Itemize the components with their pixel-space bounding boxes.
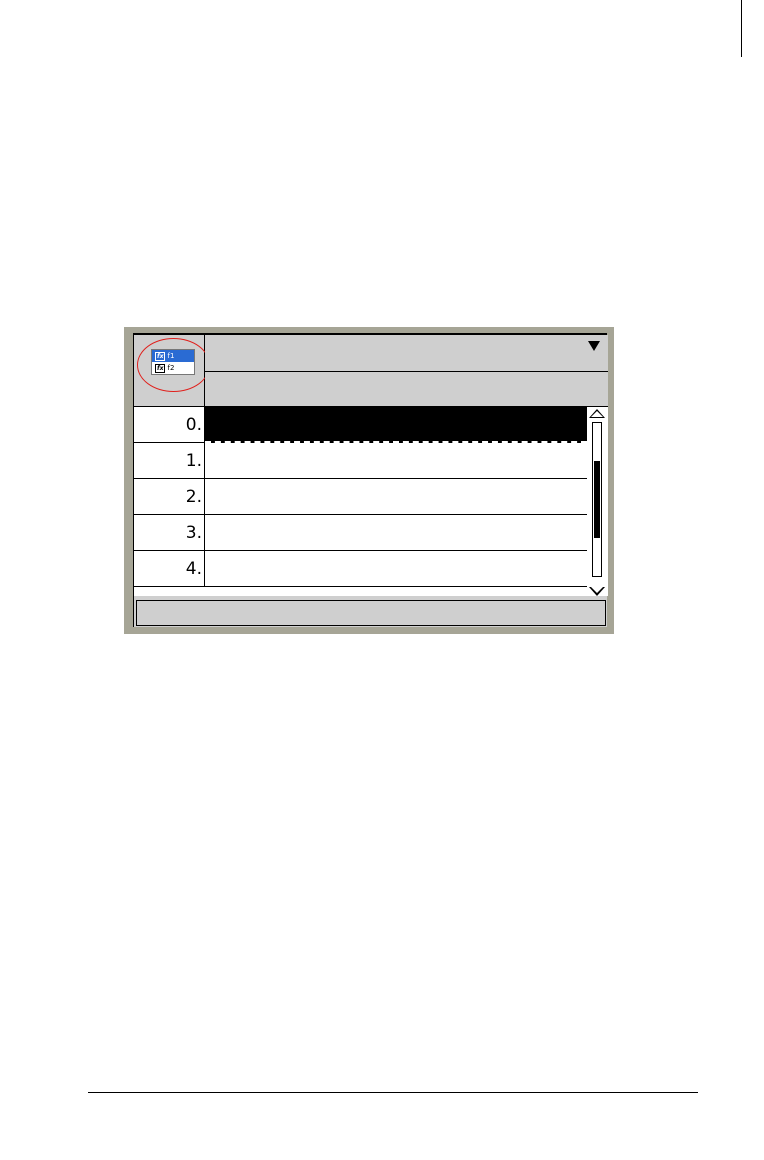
highlight-circle [137, 338, 210, 392]
dropdown-arrow-icon[interactable] [588, 341, 600, 351]
vertical-scrollbar[interactable] [587, 407, 608, 596]
row-index: 0. [134, 407, 205, 443]
crop-mark [741, 0, 742, 57]
scroll-thumb[interactable] [594, 461, 600, 538]
row-index: 2. [134, 479, 205, 515]
column-formula-cell[interactable] [205, 372, 608, 407]
table-row[interactable]: 2. [134, 479, 587, 515]
row-index: 3. [134, 515, 205, 551]
table-app: fx f1 fx f2 0. 1. 2. 3. 4. [133, 333, 608, 627]
calculator-screen: fx f1 fx f2 0. 1. 2. 3. 4. [124, 327, 614, 634]
table-corner-cell: fx f1 fx f2 [134, 335, 210, 407]
table-row[interactable]: 3. [134, 515, 587, 551]
table-cell[interactable] [205, 443, 587, 479]
scroll-up-arrow-icon[interactable] [589, 409, 605, 418]
scroll-down-arrow-icon[interactable] [589, 587, 605, 596]
table-row[interactable]: 1. [134, 443, 587, 479]
table-cell[interactable] [205, 515, 587, 551]
column-header[interactable] [205, 335, 608, 372]
table-cell-active[interactable] [205, 407, 587, 443]
table-body: 0. 1. 2. 3. 4. [134, 407, 608, 596]
table-row[interactable]: 0. [134, 407, 587, 443]
entry-line[interactable] [136, 600, 606, 626]
scroll-track[interactable] [592, 422, 602, 577]
footer-rule [88, 1092, 698, 1093]
row-index: 4. [134, 551, 205, 587]
table-row[interactable]: 4. [134, 551, 587, 587]
row-index: 1. [134, 443, 205, 479]
table-cell[interactable] [205, 479, 587, 515]
table-cell[interactable] [205, 551, 587, 587]
